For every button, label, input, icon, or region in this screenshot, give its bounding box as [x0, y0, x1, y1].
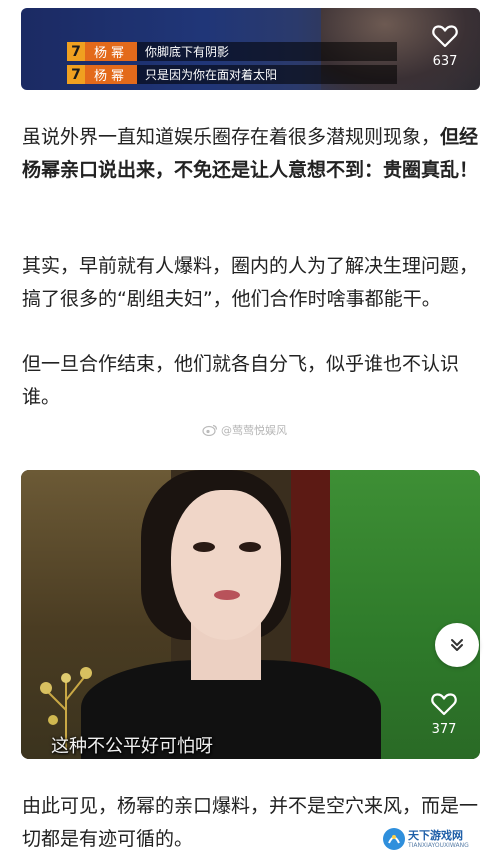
video-like-button[interactable]: 377 [424, 692, 464, 737]
subtitle-speaker: 杨幂 [85, 65, 137, 84]
expand-button[interactable] [435, 623, 479, 667]
video-player[interactable]: 这种不公平好可怕呀 377 [21, 470, 480, 759]
like-count: 377 [431, 722, 457, 737]
weibo-watermark: @莺莺悦娱风 [202, 422, 287, 438]
top-like-button[interactable]: 637 [425, 24, 465, 69]
person-face [171, 490, 281, 640]
heart-outline-icon [431, 693, 457, 716]
person-mouth [214, 590, 240, 600]
site-logo: 天下游戏网 TIANXIAYOUXIWANG [383, 825, 477, 853]
heart-outline-icon [432, 25, 458, 48]
subtitle-number: 7 [67, 42, 85, 61]
video-caption: 这种不公平好可怕呀 [51, 736, 213, 757]
article-paragraph-1: 虽说外界一直知道娱乐圈存在着很多潜规则现象，但经杨幂亲口说出来，不免还是让人意想… [22, 121, 482, 187]
subtitle-row-1: 7 杨幂 你脚底下有阴影 [67, 41, 397, 62]
site-logo-mark [383, 828, 405, 850]
subtitle-number: 7 [67, 65, 85, 84]
subtitle-text: 只是因为你在面对着太阳 [137, 65, 397, 84]
person-eye-right [239, 542, 261, 552]
weibo-icon [202, 424, 218, 436]
subtitle-text: 你脚底下有阴影 [137, 42, 397, 61]
site-logo-wordmark: 天下游戏网 TIANXIAYOUXIWANG [408, 828, 469, 849]
subtitle-speaker: 杨幂 [85, 42, 137, 61]
site-logo-sub: TIANXIAYOUXIWANG [408, 841, 469, 849]
site-logo-name: 天下游戏网 [408, 828, 463, 842]
double-chevron-down-icon [451, 639, 463, 651]
paragraph-text: 虽说外界一直知道娱乐圈存在着很多潜规则现象， [22, 126, 441, 148]
article-paragraph-2: 其实，早前就有人爆料，圈内的人为了解决生理问题，搞了很多的“剧组夫妇”，他们合作… [22, 255, 479, 310]
watermark-text: @莺莺悦娱风 [221, 424, 287, 437]
like-count: 637 [432, 54, 458, 69]
top-video-frame[interactable]: 7 杨幂 你脚底下有阴影 7 杨幂 只是因为你在面对着太阳 637 [21, 8, 480, 90]
person-eye-left [193, 542, 215, 552]
article-paragraph-3: 但一旦合作结束，他们就各自分飞，似乎谁也不认识谁。 [22, 353, 460, 408]
subtitle-row-2: 7 杨幂 只是因为你在面对着太阳 [67, 64, 397, 85]
